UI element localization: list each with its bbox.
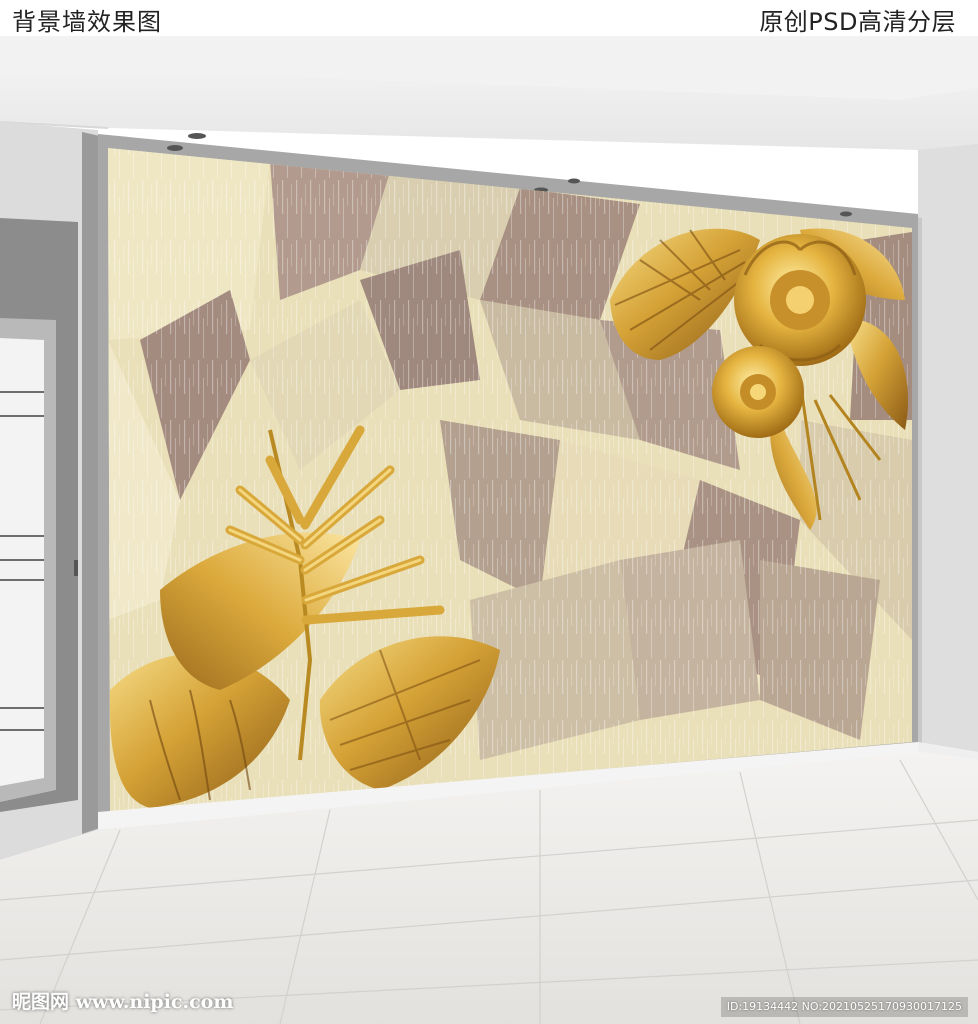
left-door [0, 218, 78, 812]
site-logo: 昵图网 www.nipic.com [12, 991, 234, 1013]
header-subtitle: 原创PSD高清分层 [759, 8, 956, 36]
image-id-label: ID:19134442 NO:20210525170930017125 [720, 997, 968, 1017]
left-column [82, 132, 100, 834]
room-scene [0, 36, 978, 1024]
header-title: 背景墙效果图 [12, 8, 162, 36]
page: 背景墙效果图 原创PSD高清分层 昵图网 www.nipic.com ID:19… [0, 0, 978, 1024]
header-bar: 背景墙效果图 原创PSD高清分层 [0, 0, 978, 36]
right-side-wall [918, 144, 978, 752]
gold-leaf-mural [108, 148, 912, 812]
